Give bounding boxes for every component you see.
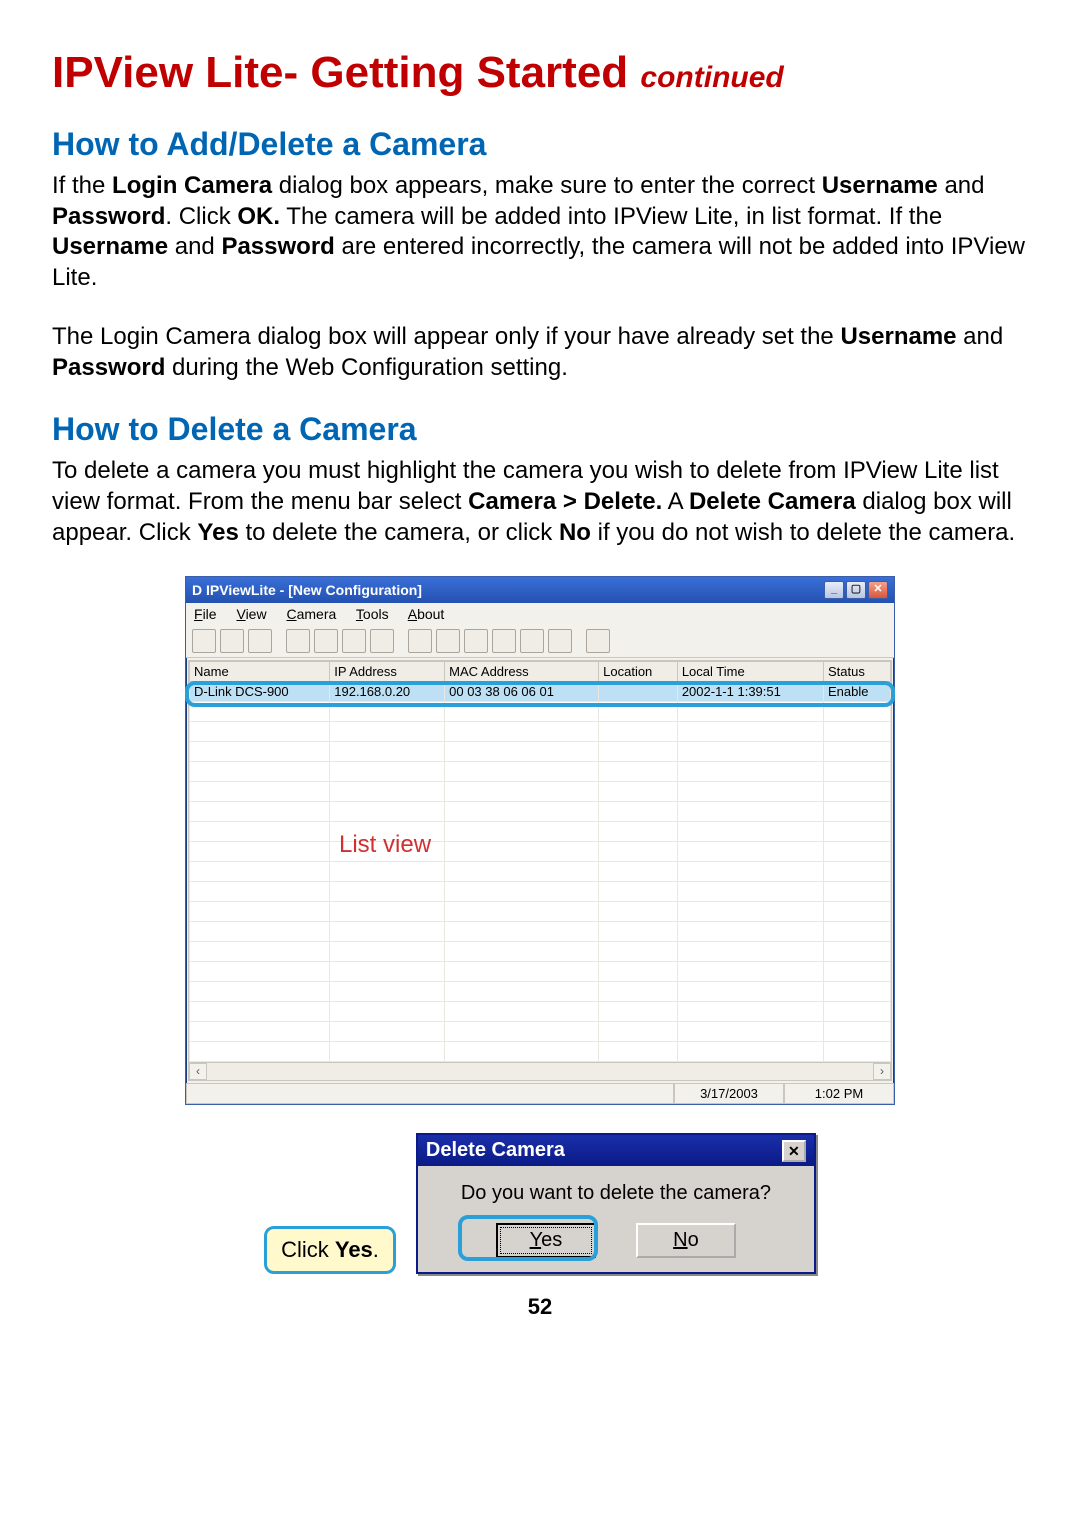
- cell-location: [599, 682, 678, 702]
- table-row-empty: .: [190, 982, 891, 1002]
- delete-camera-dialog: Delete Camera ✕ Do you want to delete th…: [416, 1133, 816, 1274]
- menu-view[interactable]: View: [236, 606, 266, 622]
- menu-about[interactable]: About: [408, 606, 445, 622]
- table-row-empty: .: [190, 782, 891, 802]
- page-number: 52: [52, 1294, 1028, 1320]
- horizontal-scrollbar[interactable]: ‹ ›: [189, 1062, 891, 1080]
- table-row-empty: .: [190, 1042, 891, 1062]
- table-row-empty: .: [190, 722, 891, 742]
- col-ip[interactable]: IP Address: [330, 662, 445, 682]
- page-title: IPView Lite- Getting Started continued: [52, 48, 1028, 98]
- table-row-empty: .: [190, 822, 891, 842]
- table-header-row: Name IP Address MAC Address Location Loc…: [190, 662, 891, 682]
- toolbar-icon-5[interactable]: [314, 629, 338, 653]
- toolbar-icon-7[interactable]: [370, 629, 394, 653]
- menu-tools[interactable]: Tools: [356, 606, 389, 622]
- cell-mac: 00 03 38 06 06 01: [445, 682, 599, 702]
- section1-p2: The Login Camera dialog box will appear …: [52, 322, 1028, 383]
- cell-ip: 192.168.0.20: [330, 682, 445, 702]
- section1-p1: If the Login Camera dialog box appears, …: [52, 171, 1028, 294]
- statusbar-time: 1:02 PM: [784, 1083, 894, 1104]
- toolbar-icon-14[interactable]: [586, 629, 610, 653]
- statusbar-date: 3/17/2003: [674, 1083, 784, 1104]
- table-row-empty: .: [190, 742, 891, 762]
- minimize-button[interactable]: _: [824, 581, 844, 599]
- page-title-main: IPView Lite- Getting Started: [52, 48, 640, 97]
- table-row-empty: .: [190, 762, 891, 782]
- toolbar-icon-9[interactable]: [436, 629, 460, 653]
- page-title-continued: continued: [640, 61, 783, 94]
- cell-name: D-Link DCS-900: [190, 682, 330, 702]
- scroll-right-icon[interactable]: ›: [873, 1063, 891, 1080]
- camera-list-table: Name IP Address MAC Address Location Loc…: [189, 661, 891, 1062]
- statusbar-spacer: [186, 1083, 674, 1104]
- table-row-empty: .: [190, 942, 891, 962]
- close-button[interactable]: ✕: [868, 581, 888, 599]
- table-row[interactable]: D-Link DCS-900 192.168.0.20 00 03 38 06 …: [190, 682, 891, 702]
- dialog-titlebar[interactable]: Delete Camera ✕: [418, 1135, 814, 1166]
- toolbar-icon-11[interactable]: [492, 629, 516, 653]
- scroll-left-icon[interactable]: ‹: [189, 1063, 207, 1080]
- toolbar-icon-8[interactable]: [408, 629, 432, 653]
- col-localtime[interactable]: Local Time: [677, 662, 823, 682]
- delete-dialog-row: Click Yes. Delete Camera ✕ Do you want t…: [52, 1133, 1028, 1274]
- table-row-empty: .: [190, 842, 891, 862]
- table-row-empty: .: [190, 802, 891, 822]
- toolbar-icon-6[interactable]: [342, 629, 366, 653]
- cell-status: Enable: [824, 682, 891, 702]
- dialog-buttons: Yes No: [418, 1219, 814, 1272]
- col-location[interactable]: Location: [599, 662, 678, 682]
- no-button[interactable]: No: [636, 1223, 736, 1258]
- section-heading-delete: How to Delete a Camera: [52, 411, 1028, 448]
- table-row-empty: .: [190, 922, 891, 942]
- dialog-message: Do you want to delete the camera?: [418, 1166, 814, 1219]
- yes-button[interactable]: Yes: [496, 1223, 596, 1258]
- toolbar-icon-13[interactable]: [548, 629, 572, 653]
- ipv-toolbar: [186, 625, 894, 658]
- click-yes-callout: Click Yes.: [264, 1226, 396, 1274]
- table-row-empty: .: [190, 882, 891, 902]
- table-row-empty: .: [190, 862, 891, 882]
- toolbar-icon-3[interactable]: [248, 629, 272, 653]
- ipviewlite-window: D IPViewLite - [New Configuration] _ ▢ ✕…: [185, 576, 895, 1105]
- table-row-empty: .: [190, 1002, 891, 1022]
- table-row-empty: .: [190, 962, 891, 982]
- ipv-titlebar[interactable]: D IPViewLite - [New Configuration] _ ▢ ✕: [186, 577, 894, 603]
- menu-file[interactable]: File: [194, 606, 217, 622]
- col-name[interactable]: Name: [190, 662, 330, 682]
- dialog-title: Delete Camera: [426, 1139, 565, 1162]
- toolbar-icon-12[interactable]: [520, 629, 544, 653]
- section-heading-add-delete: How to Add/Delete a Camera: [52, 126, 1028, 163]
- ipv-title-text: D IPViewLite - [New Configuration]: [192, 582, 422, 598]
- dialog-close-button[interactable]: ✕: [782, 1140, 806, 1162]
- col-mac[interactable]: MAC Address: [445, 662, 599, 682]
- window-controls: _ ▢ ✕: [824, 581, 888, 599]
- section2-p1: To delete a camera you must highlight th…: [52, 456, 1028, 548]
- table-row-empty: .: [190, 702, 891, 722]
- toolbar-icon-2[interactable]: [220, 629, 244, 653]
- col-status[interactable]: Status: [824, 662, 891, 682]
- toolbar-icon-4[interactable]: [286, 629, 310, 653]
- menu-camera[interactable]: Camera: [286, 606, 336, 622]
- table-row-empty: .: [190, 902, 891, 922]
- cell-localtime: 2002-1-1 1:39:51: [677, 682, 823, 702]
- ipv-statusbar: 3/17/2003 1:02 PM: [186, 1083, 894, 1104]
- ipv-menubar: File View Camera Tools About: [186, 603, 894, 625]
- maximize-button[interactable]: ▢: [846, 581, 866, 599]
- toolbar-icon-10[interactable]: [464, 629, 488, 653]
- ipv-list-view[interactable]: List view Name IP Address MAC Address Lo…: [188, 660, 892, 1081]
- table-row-empty: .: [190, 1022, 891, 1042]
- toolbar-icon-1[interactable]: [192, 629, 216, 653]
